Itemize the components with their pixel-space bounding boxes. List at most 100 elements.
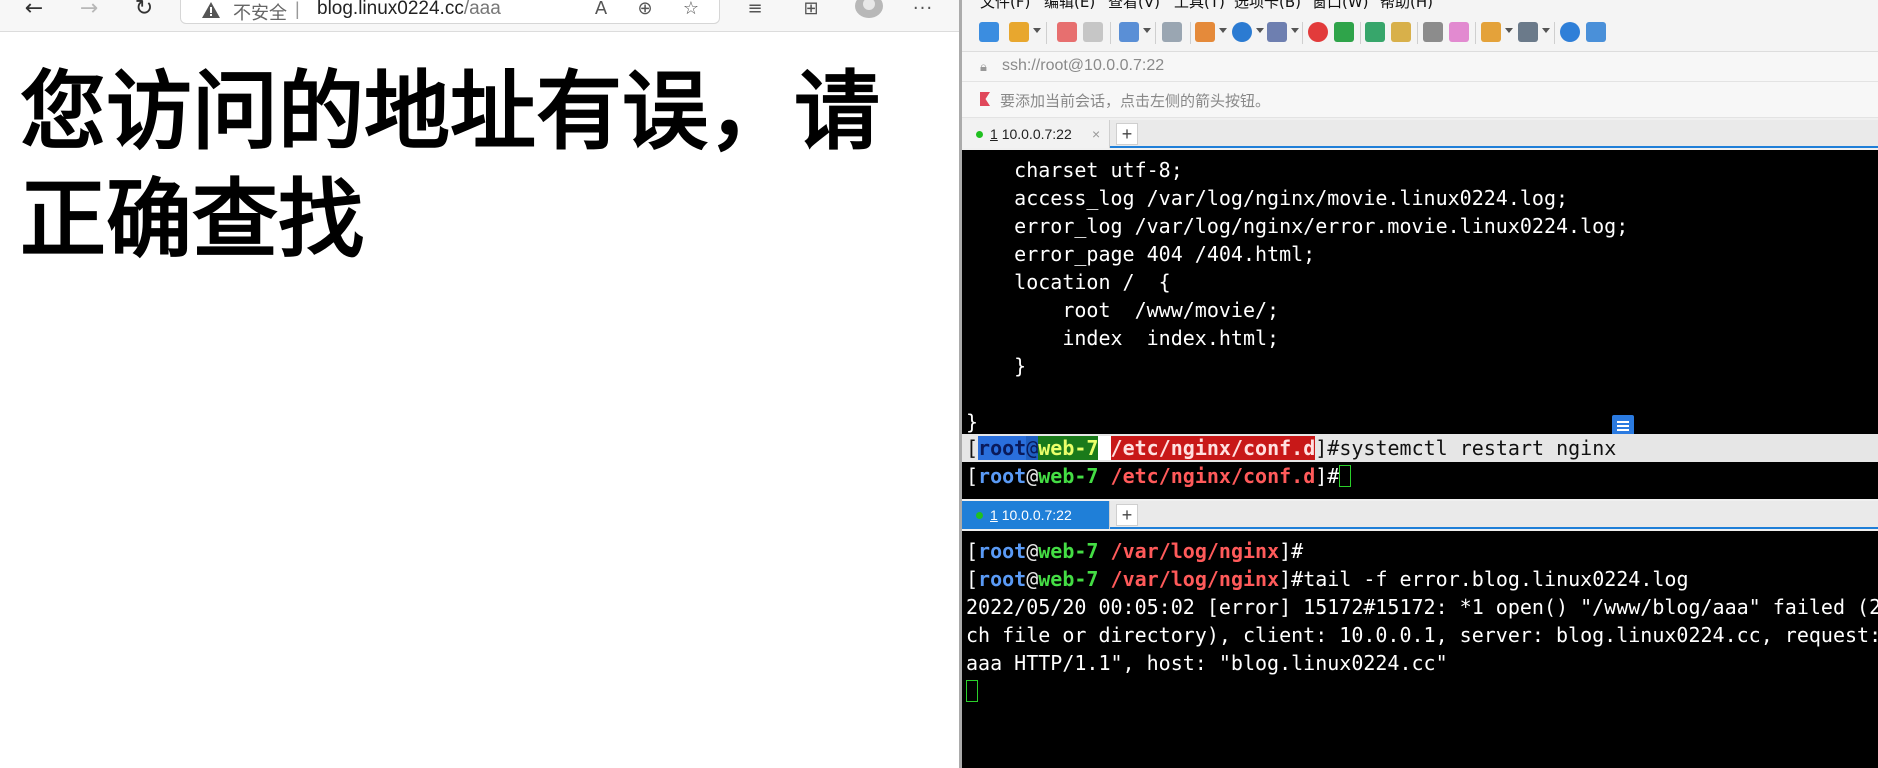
more-dots-icon[interactable]: ··· — [910, 0, 936, 22]
read-aloud-icon[interactable]: A — [588, 0, 614, 22]
add-tab-button[interactable]: + — [1116, 123, 1138, 145]
toolbar-separator — [1302, 22, 1303, 44]
disconnect-icon[interactable] — [1083, 22, 1103, 42]
chevron-down-icon[interactable] — [1143, 28, 1151, 33]
chevron-down-icon[interactable] — [1542, 28, 1550, 33]
hint-text: 要添加当前会话，点击左侧的箭头按钮。 — [1000, 92, 1271, 110]
toolbar-separator — [1046, 22, 1047, 44]
terminal-line: index index.html; — [966, 326, 1280, 350]
close-icon[interactable]: × — [1092, 126, 1100, 142]
zoom-icon[interactable]: ⊕ — [632, 0, 658, 22]
menu-view[interactable]: 查看(V) — [1108, 0, 1160, 12]
terminal-cursor-line — [966, 677, 978, 705]
toolbar-separator — [1360, 22, 1361, 44]
log-line: aaa HTTP/1.1", host: "blog.linux0224.cc" — [966, 651, 1448, 675]
toolbar-separator — [1155, 22, 1156, 44]
chevron-down-icon[interactable] — [1256, 28, 1264, 33]
page-heading: 您访问的地址有误，请正确查找 — [20, 62, 880, 270]
add-tab-button[interactable]: + — [1116, 504, 1138, 526]
terminal-line: } — [966, 354, 1027, 378]
session-address[interactable]: ssh://root@10.0.0.7:22 — [1002, 57, 1164, 75]
forward-arrow-icon[interactable]: → — [75, 0, 103, 22]
toolbar-separator — [1110, 22, 1111, 44]
menu-file[interactable]: 文件(F) — [980, 0, 1030, 12]
terminal-prompt-line: [root@web-7 /etc/nginx/conf.d]#systemctl… — [962, 434, 1878, 462]
toolbar-separator — [1475, 22, 1476, 44]
session-tab-active[interactable]: 1 10.0.0.7:22 — [962, 501, 1110, 529]
layout-icon[interactable] — [1195, 22, 1215, 42]
log-line: 2022/05/20 00:05:02 [error] 15172#15172:… — [966, 595, 1878, 619]
terminal-prompt-line: [root@web-7 /var/log/nginx]# — [966, 539, 1304, 563]
refresh-icon[interactable]: ↻ — [130, 0, 158, 22]
url-path: /aaa — [463, 0, 501, 19]
add-favorite-icon[interactable]: ☆ — [678, 0, 704, 22]
url-host: blog.linux0224.cc — [317, 0, 464, 19]
hint-bar: 要添加当前会话，点击左侧的箭头按钮。 — [962, 82, 1878, 118]
tab-label: 1 10.0.0.7:22 — [990, 507, 1072, 523]
connect-icon[interactable] — [1057, 22, 1077, 42]
terminal-pane[interactable]: [root@web-7 /var/log/nginx]# [root@web-7… — [962, 531, 1878, 768]
terminal-line: } — [966, 410, 979, 434]
new-session-icon[interactable] — [979, 22, 999, 42]
menu-edit[interactable]: 编辑(E) — [1044, 0, 1095, 12]
lock-icon: 🔒︎ — [980, 59, 987, 74]
terminal-pane[interactable]: charset utf-8; access_log /var/log/nginx… — [962, 150, 1878, 499]
menu-tools[interactable]: 工具(T) — [1174, 0, 1225, 12]
chevron-down-icon[interactable] — [1219, 28, 1227, 33]
properties-icon[interactable] — [1119, 22, 1139, 42]
profile-avatar[interactable] — [855, 0, 883, 18]
terminal-line: access_log /var/log/nginx/movie.linux022… — [966, 186, 1569, 210]
bookmark-flag-icon[interactable] — [980, 92, 990, 106]
terminal-line: charset utf-8; — [966, 158, 1183, 182]
help-icon[interactable] — [1560, 22, 1580, 42]
terminal-command: systemctl restart nginx — [1339, 436, 1617, 460]
highlight-icon[interactable] — [1449, 22, 1469, 42]
toolbar-separator — [1554, 22, 1555, 44]
globe-icon[interactable] — [1232, 22, 1252, 42]
chat-icon[interactable] — [1586, 22, 1606, 42]
session-address-bar[interactable]: 🔒︎ ssh://root@10.0.0.7:22 — [962, 52, 1878, 82]
chevron-down-icon[interactable] — [1505, 28, 1513, 33]
fullscreen-icon[interactable] — [1365, 22, 1385, 42]
back-arrow-icon[interactable]: ← — [20, 0, 48, 22]
menu-help[interactable]: 帮助(H) — [1380, 0, 1433, 12]
script-icon[interactable] — [1481, 22, 1501, 42]
tab-label: 1 10.0.0.7:22 — [990, 126, 1072, 142]
menu-tab[interactable]: 选项卡(B) — [1234, 0, 1301, 12]
xshell-window: 文件(F) 编辑(E) 查看(V) 工具(T) 选项卡(B) 窗口(W) 帮助(… — [962, 0, 1878, 768]
connected-status-icon — [976, 131, 983, 138]
url-text[interactable]: blog.linux0224.cc/aaa — [317, 0, 501, 20]
terminal-line: root /www/movie/; — [966, 298, 1280, 322]
menu-window[interactable]: 窗口(W) — [1312, 0, 1369, 12]
browser-toolbar: ← → ↻ 不安全 | blog.linux0224.cc/aaa A ⊕ ☆ … — [0, 0, 959, 32]
xagent-icon[interactable] — [1334, 22, 1354, 42]
toolbar-separator — [1417, 22, 1418, 44]
session-tab-bar: 1 10.0.0.7:22 × + — [962, 120, 1878, 148]
keyboard-icon[interactable] — [1423, 22, 1443, 42]
find-icon[interactable] — [1162, 22, 1182, 42]
xftp-icon[interactable] — [1308, 22, 1328, 42]
session-tab-bar: 1 10.0.0.7:22 + — [962, 501, 1878, 529]
collections-icon[interactable]: ⊞ — [798, 0, 824, 22]
favorites-icon[interactable]: ≡ — [742, 0, 768, 22]
lock-icon[interactable] — [1391, 22, 1411, 42]
warning-icon[interactable] — [201, 1, 221, 19]
terminal-line: error_page 404 /404.html; — [966, 242, 1316, 266]
terminal-line: location / { — [966, 270, 1171, 294]
toolbar-separator — [1190, 22, 1191, 44]
address-separator: | — [295, 0, 300, 19]
terminal-prompt-line: [root@web-7 /var/log/nginx]#tail -f erro… — [966, 567, 1689, 591]
session-tab[interactable]: 1 10.0.0.7:22 × — [962, 120, 1110, 148]
chevron-down-icon[interactable] — [1291, 28, 1299, 33]
terminal-cursor — [966, 680, 978, 702]
security-label[interactable]: 不安全 — [233, 0, 287, 25]
window-layout-icon[interactable] — [1518, 22, 1538, 42]
xshell-toolbar — [962, 14, 1878, 52]
chevron-down-icon[interactable] — [1033, 28, 1041, 33]
open-folder-icon[interactable] — [1009, 22, 1029, 42]
log-line: ch file or directory), client: 10.0.0.1,… — [966, 623, 1878, 647]
terminal-cursor — [1339, 465, 1352, 487]
menu-bar: 文件(F) 编辑(E) 查看(V) 工具(T) 选项卡(B) 窗口(W) 帮助(… — [962, 0, 1878, 14]
font-icon[interactable] — [1267, 22, 1287, 42]
terminal-line: error_log /var/log/nginx/error.movie.lin… — [966, 214, 1629, 238]
